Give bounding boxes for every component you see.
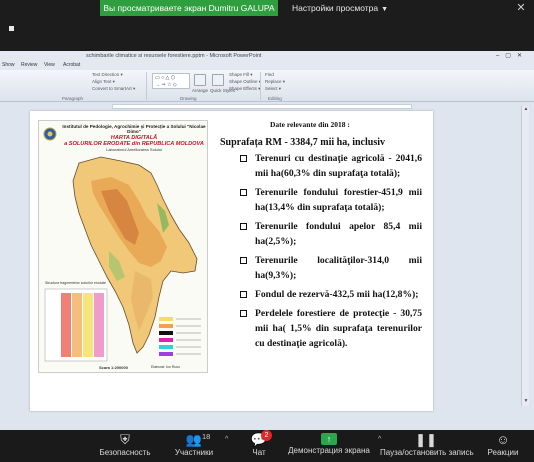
shared-powerpoint-window: schimbarile climatice si resursele fores… [0,51,534,431]
close-icon[interactable]: ✕ [514,1,528,15]
view-options-label: Настройки просмотра [292,3,379,13]
checkbox-bullet-icon [240,189,247,196]
share-screen-button[interactable]: ↑ Демонстрация экрана [286,432,372,460]
ppt-tab-show[interactable]: Show [2,61,15,70]
share-screen-icon: ↑ [321,433,337,445]
pause-recording-button[interactable]: ❚❚ Пауза/остановить запись [380,432,474,460]
meeting-toolbar: ⛨ Безопасность 👥 18 Участники ^ 💬 2 Чат … [0,430,534,462]
chevron-down-icon: ▼ [381,6,389,13]
list-item: Terenurile fondului forestier-451,9 mii … [240,185,422,215]
list-item: Terenurile fondului apelor 85,4 mii ha(2… [240,219,422,249]
list-item-text: Fondul de rezervă-432,5 mii ha(12,8%); [255,289,419,300]
quick-styles-icon[interactable] [212,74,224,86]
horizontal-ruler [112,104,412,109]
list-item-text: Terenurile fondului forestier-451,9 mii … [255,187,422,213]
share-screen-label: Демонстрация экрана [288,446,370,455]
sharing-notice: Вы просматриваете экран Dumitru GALUPA [100,0,278,16]
shapes-gallery[interactable]: ▭ ○ △ ⬡ → ⇒ ☆ ◇ [152,73,190,89]
list-item-text: Terenurile fondului apelor 85,4 mii ha(2… [255,221,422,247]
soil-map-image: Institutul de Pedologie, Agrochimie și P… [38,120,208,373]
map-scale: Scara 1:200000 [99,365,128,370]
ppt-ribbon: Text Direction ▾ Align Text ▾ Convert to… [0,70,534,102]
chat-button[interactable]: 💬 2 Чат [244,430,274,460]
list-item: Terenuri cu destinaţie agricolă - 2041,6… [240,151,422,181]
ppt-tabs: Show Review View Acrobat [0,61,534,70]
ribbon-shape-effects[interactable]: Shape Effects ▾ [229,86,260,92]
reactions-button[interactable]: ☺ Реакции [478,432,528,460]
ribbon-convert-smartart[interactable]: Convert to SmartArt ▾ [92,86,135,92]
ribbon-align-text[interactable]: Align Text ▾ [92,79,115,85]
list-item-text: Terenurile localităţilor-314,0 mii ha(9,… [255,255,422,281]
view-options-button[interactable]: Настройки просмотра ▼ [292,0,388,16]
land-use-list: Terenuri cu destinaţie agricolă - 2041,6… [240,151,422,351]
legend-caption: Structura fragmentelor solurilor erodate [45,281,106,285]
checkbox-bullet-icon [240,223,247,230]
window-controls[interactable]: –▢✕ [496,51,528,61]
ribbon-group-drawing: Drawing [180,96,197,101]
stop-icon[interactable] [9,26,14,31]
ribbon-find[interactable]: Find [265,72,274,78]
chat-label: Чат [252,448,266,457]
ppt-titlebar: schimbarile climatice si resursele fores… [0,51,534,61]
scroll-up-icon[interactable]: ▲ [522,106,530,114]
security-button[interactable]: ⛨ Безопасность [96,432,154,460]
ribbon-group-editing: Editing [268,96,282,101]
arrange-icon[interactable] [194,74,206,86]
meeting-window: Вы просматриваете экран Dumitru GALUPA Н… [0,0,534,462]
ribbon-shape-fill[interactable]: Shape Fill ▾ [229,72,253,78]
ribbon-text-direction[interactable]: Text Direction ▾ [92,72,123,78]
ppt-tab-acrobat[interactable]: Acrobat [63,61,80,70]
ppt-tab-view[interactable]: View [44,61,55,70]
chat-badge: 2 [261,430,272,441]
ribbon-select[interactable]: Select ▾ [265,86,281,92]
checkbox-bullet-icon [240,257,247,264]
map-title: HARTA DIGITALĂ a SOLURILOR ERODATE din R… [61,135,207,147]
pause-icon: ❚❚ [415,432,437,447]
ribbon-separator [146,72,147,100]
checkbox-bullet-icon [240,310,247,317]
share-banner: Вы просматриваете экран Dumitru GALUPA Н… [0,0,534,16]
participants-count: 18 [202,432,211,441]
slide: Institutul de Pedologie, Agrochimie și P… [30,111,433,411]
pause-recording-label: Пауза/остановить запись [380,448,474,457]
ribbon-replace[interactable]: Replace ▾ [265,79,285,85]
ppt-tab-review[interactable]: Review [21,61,37,70]
list-item: Fondul de rezervă-432,5 mii ha(12,8%); [240,287,422,302]
participants-caret-icon[interactable]: ^ [225,436,228,443]
participants-label: Участники [174,448,214,457]
ribbon-group-paragraph: Paragraph [62,96,84,101]
institute-name: Institutul de Pedologie, Agrochimie și P… [62,124,206,135]
ribbon-shape-outline[interactable]: Shape Outline ▾ [229,79,261,85]
list-item-text: Terenuri cu destinaţie agricolă - 2041,6… [255,153,422,179]
list-item: Terenurile localităţilor-314,0 mii ha(9,… [240,253,422,283]
security-label: Безопасность [99,448,151,457]
surface-total: Suprafața RM - 3384,7 mii ha, inclusiv [220,137,386,148]
smiley-icon: ☺ [496,432,510,447]
slide-heading: Date relevante din 2018 : [270,120,350,129]
scroll-down-icon[interactable]: ▼ [522,398,530,406]
ribbon-arrange[interactable]: Arrange [192,88,208,94]
ribbon-separator [260,72,261,100]
checkbox-bullet-icon [240,291,247,298]
checkbox-bullet-icon [240,155,247,162]
map-subtitle: Laboratorul Ameliorarea Solului [106,147,162,152]
shield-icon: ⛨ [120,432,130,447]
reactions-label: Реакции [487,448,519,457]
vertical-scrollbar[interactable]: ▲ ▼ [521,106,529,406]
map-credit: Elaborat: Ion Rusu [151,365,180,369]
participants-button[interactable]: 👥 18 Участники [172,432,216,460]
ppt-window-title: schimbarile climatice si resursele fores… [86,53,262,59]
moldova-map-graphic [43,127,201,362]
list-item-text: Perdelele forestiere de protecţie - 30,7… [255,308,422,349]
list-item: Perdelele forestiere de protecţie - 30,7… [240,306,422,351]
